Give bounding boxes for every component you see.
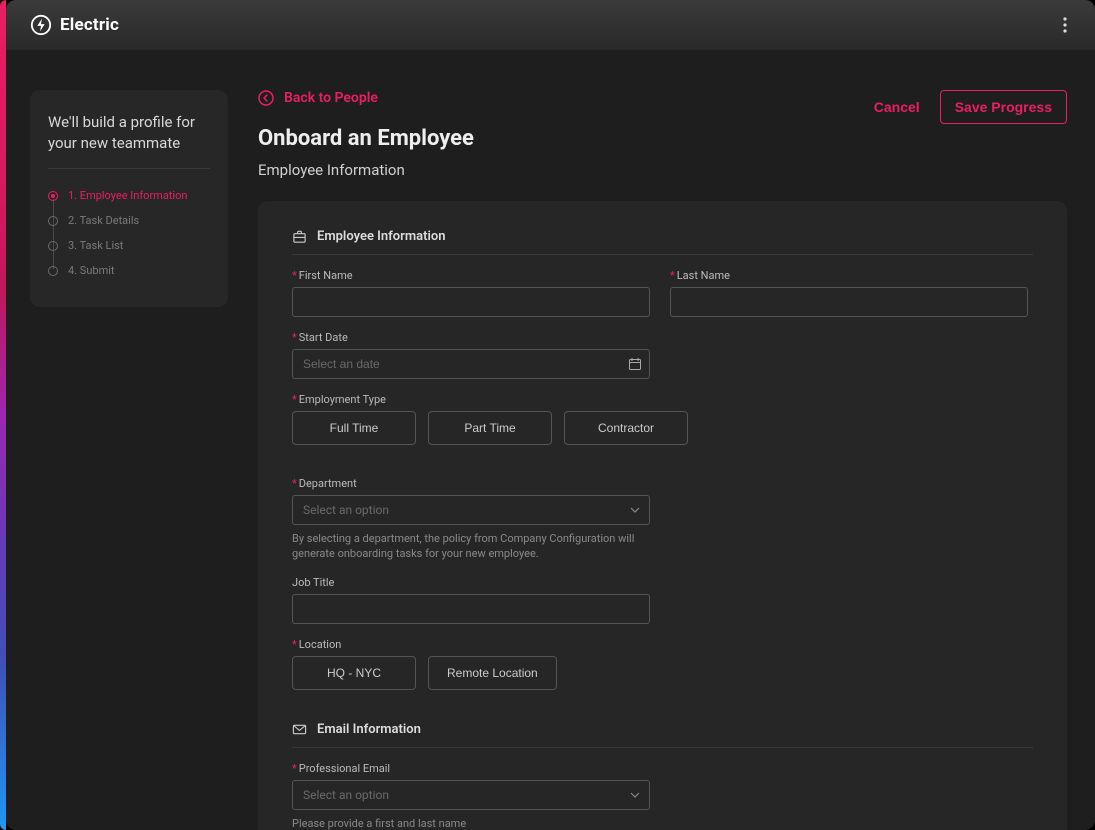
step-employee-information[interactable]: 1. Employee Information [48, 183, 210, 208]
page-subtitle: Employee Information [258, 161, 1067, 179]
field-start-date: *Start Date [292, 331, 650, 379]
department-label: *Department [292, 477, 650, 490]
department-select[interactable]: Select an option [292, 495, 650, 525]
section-header-email-info: Email Information [292, 722, 1033, 748]
field-last-name: *Last Name [670, 269, 1028, 317]
app-window: Electric We'll build a profile for your … [6, 0, 1095, 830]
main-column: Back to People Cancel Save Progress Onbo… [258, 90, 1071, 830]
location-remote[interactable]: Remote Location [428, 656, 557, 690]
step-dot-icon [48, 266, 58, 276]
window-accent-edge [0, 0, 6, 830]
step-task-list[interactable]: 3. Task List [48, 233, 210, 258]
field-employment-type: *Employment Type Full Time Part Time Con… [292, 393, 1033, 445]
section-title: Employee Information [317, 229, 445, 244]
back-to-people-link[interactable]: Back to People [258, 90, 378, 106]
chevron-down-icon [630, 790, 640, 800]
start-date-input[interactable] [292, 349, 650, 379]
sidebar-title: We'll build a profile for your new teamm… [48, 112, 210, 154]
employment-type-group: Full Time Part Time Contractor [292, 411, 1033, 445]
step-label: 3. Task List [68, 239, 123, 252]
employment-type-part-time[interactable]: Part Time [428, 411, 552, 445]
step-dot-icon [48, 216, 58, 226]
location-group: HQ - NYC Remote Location [292, 656, 1033, 690]
professional-email-placeholder: Select an option [303, 788, 389, 802]
mail-icon [292, 722, 307, 737]
kebab-icon [1063, 17, 1067, 33]
step-dot-icon [48, 241, 58, 251]
brand-name: Electric [60, 15, 119, 35]
header-actions: Cancel Save Progress [874, 90, 1067, 124]
field-professional-email: *Professional Email Select an option Ple… [292, 762, 650, 830]
arrow-left-circle-icon [258, 90, 274, 106]
job-title-input[interactable] [292, 594, 650, 624]
step-label: 2. Task Details [68, 214, 139, 227]
page-title: Onboard an Employee [258, 126, 1067, 151]
step-label: 4. Submit [68, 264, 115, 277]
electric-logo-icon [30, 14, 52, 36]
employment-type-full-time[interactable]: Full Time [292, 411, 416, 445]
step-connector-line [53, 199, 54, 269]
step-submit[interactable]: 4. Submit [48, 258, 210, 283]
back-link-label: Back to People [284, 90, 378, 106]
cancel-button[interactable]: Cancel [874, 99, 920, 115]
department-placeholder: Select an option [303, 503, 389, 517]
field-first-name: *First Name [292, 269, 650, 317]
step-dot-icon [48, 191, 58, 201]
field-department: *Department Select an option By selectin… [292, 477, 650, 562]
location-hq-nyc[interactable]: HQ - NYC [292, 656, 416, 690]
progress-sidebar: We'll build a profile for your new teamm… [30, 90, 228, 307]
progress-steps: 1. Employee Information 2. Task Details … [48, 183, 210, 283]
step-label: 1. Employee Information [68, 189, 187, 202]
job-title-label: Job Title [292, 576, 650, 589]
topbar: Electric [6, 0, 1095, 50]
location-label: *Location [292, 638, 1033, 651]
page-header-row: Back to People Cancel Save Progress [258, 90, 1067, 126]
first-name-input[interactable] [292, 287, 650, 317]
professional-email-helper: Please provide a first and last name [292, 816, 650, 830]
step-task-details[interactable]: 2. Task Details [48, 208, 210, 233]
sidebar-divider [48, 168, 210, 169]
professional-email-label: *Professional Email [292, 762, 650, 775]
content-area: We'll build a profile for your new teamm… [6, 50, 1095, 830]
save-progress-button[interactable]: Save Progress [940, 90, 1067, 124]
field-job-title: Job Title [292, 576, 650, 624]
department-helper: By selecting a department, the policy fr… [292, 531, 650, 562]
last-name-label: *Last Name [670, 269, 1028, 282]
employment-type-label: *Employment Type [292, 393, 1033, 406]
more-menu-button[interactable] [1055, 15, 1075, 35]
professional-email-select[interactable]: Select an option [292, 780, 650, 810]
brand: Electric [30, 14, 119, 36]
chevron-down-icon [630, 505, 640, 515]
section-header-employee-info: Employee Information [292, 229, 1033, 255]
section-title: Email Information [317, 722, 421, 737]
employment-type-contractor[interactable]: Contractor [564, 411, 688, 445]
last-name-input[interactable] [670, 287, 1028, 317]
field-location: *Location HQ - NYC Remote Location [292, 638, 1033, 690]
form-card: Employee Information *First Name *Last N… [258, 201, 1067, 830]
first-name-label: *First Name [292, 269, 650, 282]
start-date-label: *Start Date [292, 331, 650, 344]
briefcase-icon [292, 229, 307, 244]
